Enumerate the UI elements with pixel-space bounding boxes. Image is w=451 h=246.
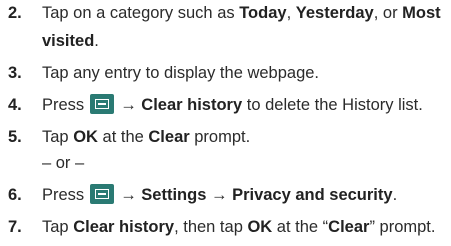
step-text-part: at the [97, 128, 149, 146]
option-settings: Settings [141, 186, 207, 204]
option-most-visited-cont: visited [42, 32, 95, 50]
option-clear: Clear [328, 218, 370, 236]
option-today: Today [239, 4, 287, 22]
option-clear-history: Clear history [141, 96, 243, 114]
option-clear: Clear [148, 128, 190, 146]
step-number: 2. [8, 4, 22, 22]
step-text-part: Press [42, 96, 85, 114]
step-text: Press → Clear history to delete the Histo… [42, 94, 423, 116]
menu-key-icon [90, 184, 115, 205]
step-text-part: Tap on a category such as [42, 4, 240, 22]
or-text: – or – [42, 154, 85, 172]
arrow-icon: → [210, 186, 228, 204]
step-text-part: , [286, 4, 296, 22]
step-text: Tap any entry to display the webpage. [42, 64, 320, 82]
step-text: Press → Settings → Privacy and security. [42, 184, 397, 206]
step-text: Tap on a category such as Today, Yesterd… [42, 2, 441, 24]
step-text-part: , or [373, 4, 403, 22]
step-text-part: . [94, 32, 99, 50]
option-ok: OK [73, 128, 98, 146]
menu-key-icon [90, 94, 115, 115]
step-number: 5. [8, 128, 22, 146]
step-text-part: . [392, 186, 398, 204]
step-text-part: , then tap [174, 218, 248, 236]
step-text: Tap OK at the Clear prompt. [42, 126, 250, 148]
option-privacy-and-security: Privacy and security [232, 186, 393, 204]
step-text-part: prompt. [189, 128, 251, 146]
step-text-part: to delete the History list. [242, 96, 423, 114]
arrow-icon: → [120, 186, 137, 204]
step-text: visited. [42, 30, 99, 52]
step-number: 3. [8, 64, 22, 82]
step-text-part: Tap [42, 218, 74, 236]
step-number: 6. [8, 186, 22, 204]
option-yesterday: Yesterday [295, 4, 374, 22]
step-text-part: at the “ [272, 218, 329, 236]
option-clear-history: Clear history [73, 218, 175, 236]
option-ok: OK [247, 218, 273, 236]
arrow-icon: → [120, 96, 137, 114]
step-number: 7. [8, 218, 22, 236]
step-text-part: ” prompt. [369, 218, 436, 236]
step-text: Tap Clear history, then tap OK at the “C… [42, 216, 435, 238]
step-number: 4. [8, 96, 22, 114]
step-text-part: Tap [42, 128, 74, 146]
option-most-visited: Most [402, 4, 441, 22]
step-text-part: Press [42, 186, 85, 204]
